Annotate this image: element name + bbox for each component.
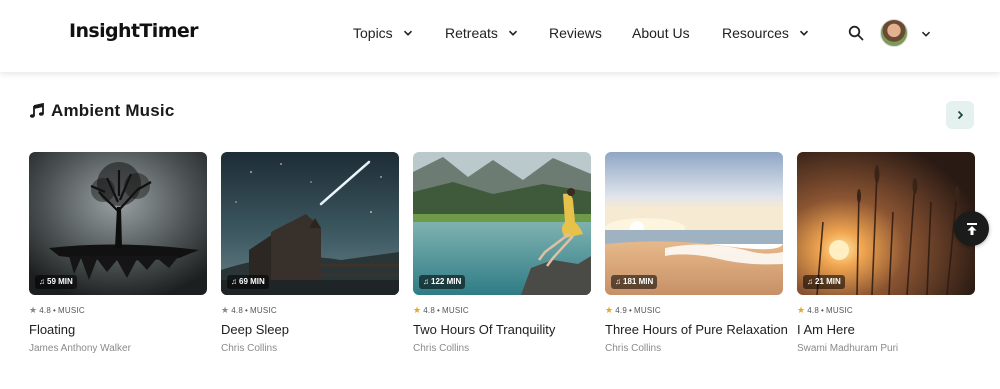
rating: 4.8 <box>39 306 52 315</box>
rating: 4.9 <box>615 306 628 315</box>
track-thumbnail[interactable]: ♫ 21 MIN <box>797 152 975 295</box>
star-icon: ★ <box>797 305 806 315</box>
track-meta: ★ 4.8 • MUSIC <box>221 305 399 316</box>
track-meta: ★ 4.8 • MUSIC <box>413 305 591 316</box>
track-author[interactable]: Swami Madhuram Puri <box>797 343 975 354</box>
user-avatar[interactable] <box>880 19 908 47</box>
nav-topics-label: Topics <box>353 25 393 41</box>
music-note-icon: ♫ <box>39 277 45 286</box>
category: MUSIC <box>442 306 469 315</box>
music-note-icon: ♫ <box>231 277 237 286</box>
track-meta: ★ 4.8 • MUSIC <box>29 305 207 316</box>
separator-dot: • <box>53 306 57 315</box>
track-thumbnail[interactable]: ♫ 69 MIN <box>221 152 399 295</box>
track-card[interactable]: ♫ 69 MIN ★ 4.8 • MUSIC Deep Sleep Chris … <box>221 152 399 354</box>
mountain-lake-image <box>413 152 591 295</box>
nav-resources[interactable]: Resources <box>722 25 809 41</box>
separator-dot: • <box>821 306 825 315</box>
carousel-next-button[interactable] <box>946 101 974 129</box>
track-author[interactable]: Chris Collins <box>605 343 783 354</box>
search-icon[interactable] <box>848 25 864 41</box>
nav-reviews-label: Reviews <box>549 25 602 41</box>
chevron-right-icon <box>957 110 964 120</box>
nav-retreats[interactable]: Retreats <box>445 25 518 41</box>
rating: 4.8 <box>231 306 244 315</box>
track-title[interactable]: Floating <box>29 322 207 337</box>
chevron-down-icon <box>799 30 808 36</box>
chevron-down-icon <box>508 30 517 36</box>
rating: 4.8 <box>423 306 436 315</box>
track-title[interactable]: I Am Here <box>797 322 975 337</box>
duration-text: 59 MIN <box>47 277 73 286</box>
track-author[interactable]: James Anthony Walker <box>29 343 207 354</box>
nav-resources-label: Resources <box>722 25 789 41</box>
duration-badge: ♫ 122 MIN <box>419 275 466 289</box>
chevron-down-icon <box>403 30 412 36</box>
separator-dot: • <box>629 306 633 315</box>
nav-reviews[interactable]: Reviews <box>549 25 602 41</box>
track-author[interactable]: Chris Collins <box>413 343 591 354</box>
golden-grass-image <box>797 152 975 295</box>
nav-topics[interactable]: Topics <box>353 25 413 41</box>
site-header: InsightTimer Topics Retreats Reviews Abo… <box>0 0 1000 72</box>
rating: 4.8 <box>807 306 820 315</box>
duration-badge: ♫ 181 MIN <box>611 275 658 289</box>
duration-text: 122 MIN <box>431 277 462 286</box>
nav-retreats-label: Retreats <box>445 25 498 41</box>
scroll-to-top-button[interactable] <box>954 211 989 246</box>
chevron-down-icon[interactable] <box>921 29 931 39</box>
duration-badge: ♫ 59 MIN <box>35 275 77 289</box>
section-heading: Ambient Music <box>29 101 175 121</box>
separator-dot: • <box>245 306 249 315</box>
category: MUSIC <box>634 306 661 315</box>
track-title[interactable]: Deep Sleep <box>221 322 399 337</box>
separator-dot: • <box>437 306 441 315</box>
track-card[interactable]: ♫ 122 MIN ★ 4.8 • MUSIC Two Hours Of Tra… <box>413 152 591 354</box>
nav-about-us-label: About Us <box>632 25 690 41</box>
duration-text: 69 MIN <box>239 277 265 286</box>
duration-text: 181 MIN <box>623 277 654 286</box>
nav-about-us[interactable]: About Us <box>632 25 690 41</box>
category: MUSIC <box>826 306 853 315</box>
category: MUSIC <box>250 306 277 315</box>
track-title[interactable]: Three Hours of Pure Relaxation <box>605 322 788 337</box>
section-title: Ambient Music <box>51 101 175 120</box>
track-card[interactable]: ♫ 59 MIN ★ 4.8 • MUSIC Floating James An… <box>29 152 207 354</box>
track-thumbnail[interactable]: ♫ 122 MIN <box>413 152 591 295</box>
music-note-icon: ♫ <box>807 277 813 286</box>
track-meta: ★ 4.8 • MUSIC <box>797 305 975 316</box>
floating-tree-image <box>29 152 207 295</box>
duration-badge: ♫ 69 MIN <box>227 275 269 289</box>
star-icon: ★ <box>29 305 38 315</box>
star-icon: ★ <box>221 305 230 315</box>
duration-text: 21 MIN <box>815 277 841 286</box>
scroll-to-top-icon <box>966 222 977 235</box>
track-card[interactable]: ♫ 21 MIN ★ 4.8 • MUSIC I Am Here Swami M… <box>797 152 975 354</box>
star-icon: ★ <box>605 305 614 315</box>
music-note-icon <box>29 103 44 118</box>
category: MUSIC <box>58 306 85 315</box>
night-cabin-image <box>221 152 399 295</box>
beach-sunset-image <box>605 152 783 295</box>
music-note-icon: ♫ <box>615 277 621 286</box>
star-icon: ★ <box>413 305 422 315</box>
insight-timer-logo[interactable]: InsightTimer <box>69 20 199 42</box>
music-note-icon: ♫ <box>423 277 429 286</box>
track-meta: ★ 4.9 • MUSIC <box>605 305 783 316</box>
track-thumbnail[interactable]: ♫ 59 MIN <box>29 152 207 295</box>
track-title[interactable]: Two Hours Of Tranquility <box>413 322 591 337</box>
track-author[interactable]: Chris Collins <box>221 343 399 354</box>
track-card[interactable]: ♫ 181 MIN ★ 4.9 • MUSIC Three Hours of P… <box>605 152 788 354</box>
duration-badge: ♫ 21 MIN <box>803 275 845 289</box>
track-thumbnail[interactable]: ♫ 181 MIN <box>605 152 783 295</box>
